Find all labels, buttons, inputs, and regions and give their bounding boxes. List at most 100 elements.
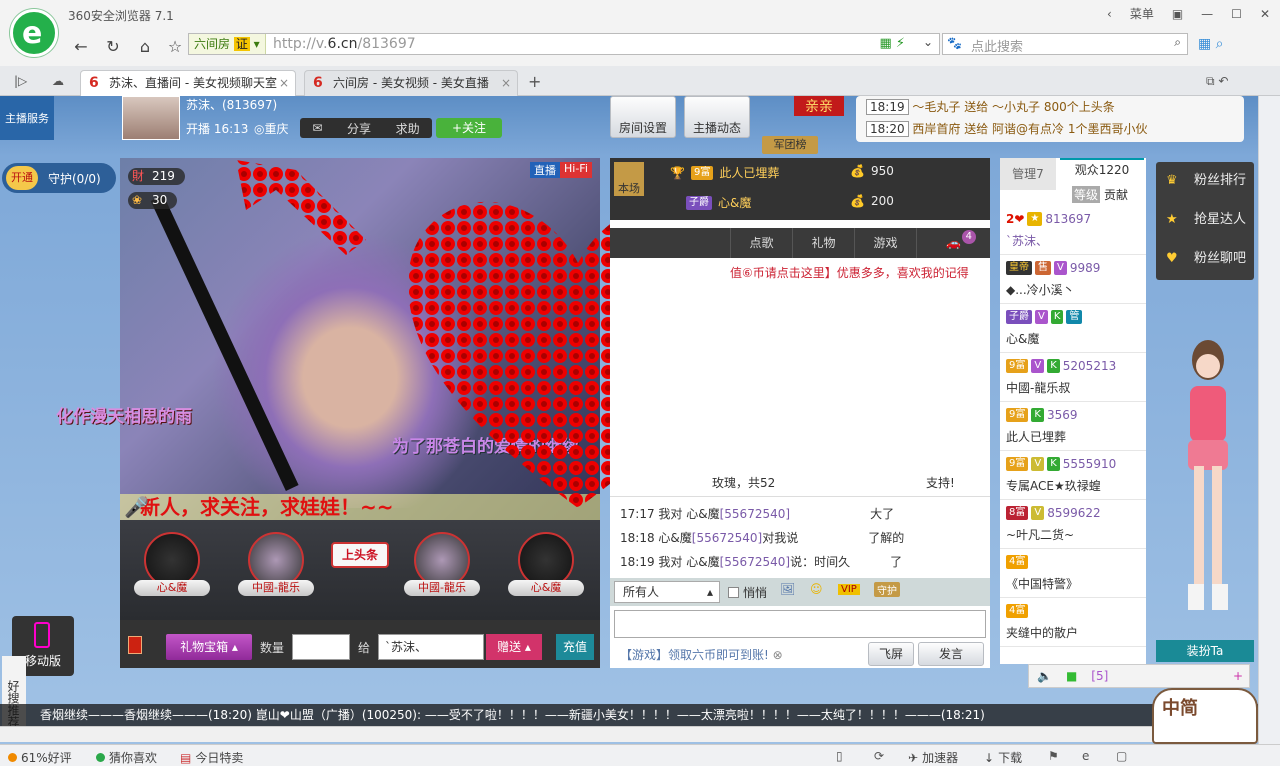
fans-chat-button[interactable]: ♥ 粉丝聊吧 bbox=[1156, 240, 1254, 278]
favorite-star-icon[interactable]: ☆ bbox=[164, 36, 186, 58]
headline-sign[interactable]: 上头条 bbox=[318, 542, 402, 568]
star-hunter-button[interactable]: ★ 抢星达人 bbox=[1156, 201, 1254, 239]
address-bar[interactable]: 六间房 证 ▾ http://v.6.cn/813697 ▦ ⚡ ⌄ bbox=[188, 33, 940, 55]
audience-row[interactable]: 子爵 V K 管心&魔 bbox=[1000, 304, 1146, 353]
search-engine-icon[interactable]: 🐾 bbox=[947, 36, 962, 50]
recharge-button[interactable]: 充值 bbox=[556, 634, 594, 660]
avatar-figure[interactable] bbox=[1164, 336, 1252, 638]
tab-viewers[interactable]: 观众1220 bbox=[1060, 158, 1144, 178]
dress-up-button[interactable]: 装扮Ta bbox=[1156, 640, 1254, 662]
horizontal-scrollbar[interactable] bbox=[0, 726, 1258, 742]
audience-row[interactable]: 8富 V 8599622 ~叶凡二货~ bbox=[1000, 500, 1146, 549]
maximize-button[interactable]: ☐ bbox=[1231, 7, 1242, 21]
restore-tab-icon[interactable]: ⧉ ↶ bbox=[1206, 74, 1228, 89]
chat-input[interactable] bbox=[614, 610, 986, 638]
search-box[interactable]: 🐾 点此搜索 ⌕ bbox=[942, 33, 1188, 55]
gift-item[interactable]: 中國-龍乐 bbox=[234, 532, 318, 596]
flag-icon[interactable]: ⚑ bbox=[1048, 749, 1059, 763]
accelerator-item[interactable]: ✈ 加速器 bbox=[908, 749, 958, 766]
host-dynamic-button[interactable]: 主播动态 bbox=[684, 96, 750, 138]
dropdown-chevron-icon[interactable]: ⌄ bbox=[923, 35, 933, 49]
search-placeholder[interactable]: 点此搜索 bbox=[971, 36, 1023, 55]
audience-row[interactable]: 4富 《中国特警》 bbox=[1000, 549, 1146, 598]
download-item[interactable]: ↓ 下载 bbox=[984, 749, 1022, 766]
reload-button[interactable]: ↻ bbox=[102, 36, 124, 58]
search-icon[interactable]: ⌕ bbox=[1174, 35, 1181, 50]
cloud-icon[interactable]: ☁ bbox=[52, 74, 64, 88]
tab-game[interactable]: 游戏 bbox=[854, 228, 916, 258]
fans-rank-button[interactable]: ♛ 粉丝排行 bbox=[1156, 162, 1254, 200]
mascot-ime-badge[interactable]: 中简 bbox=[1152, 688, 1258, 744]
qr-icon[interactable]: ▦ ⚡ bbox=[879, 36, 905, 51]
red-envelope-icon[interactable] bbox=[128, 636, 142, 654]
fly-screen-button[interactable]: 飞屏 bbox=[868, 642, 914, 666]
room-settings-button[interactable]: 房间设置 bbox=[610, 96, 676, 138]
chat-target-select[interactable]: 所有人 ▴ bbox=[614, 581, 720, 603]
phone-icon[interactable]: ▯ bbox=[836, 749, 843, 763]
volume-icon[interactable]: 🔈 bbox=[1037, 669, 1052, 683]
back-button[interactable]: ← bbox=[70, 36, 92, 58]
tab-active[interactable]: 6 苏沫、直播间 - 美女视频聊天室 × bbox=[80, 70, 296, 96]
tab-managers[interactable]: 管理7 bbox=[1000, 158, 1056, 190]
image-icon[interactable]: 🖼 bbox=[780, 582, 795, 596]
back-arrow-icon[interactable]: ‹ bbox=[1107, 7, 1112, 21]
home-button[interactable]: ⌂ bbox=[134, 36, 156, 58]
rating-item[interactable]: 61%好评 bbox=[8, 749, 72, 766]
host-service[interactable]: 主播服务 bbox=[0, 96, 54, 140]
guard-bar[interactable]: 开通 守护(0/0) bbox=[2, 163, 116, 193]
vertical-scrollbar[interactable] bbox=[1258, 96, 1280, 744]
gift-item[interactable]: 中國-龍乐 bbox=[400, 532, 484, 596]
window-icon[interactable]: ▢ bbox=[1116, 749, 1127, 763]
top-spender-row[interactable]: 🏆 9富 此人已埋葬 bbox=[670, 164, 779, 181]
audience-row[interactable]: 9富 V K 5555910 专属ACE★玖禄蝗 bbox=[1000, 451, 1146, 500]
recipient-select[interactable]: `苏沫、 bbox=[378, 634, 484, 660]
guess-like-item[interactable]: 猜你喜欢 bbox=[96, 749, 157, 766]
sort-level[interactable]: 等级 bbox=[1072, 186, 1101, 203]
sidebar-toggle-icon[interactable]: |▷ bbox=[14, 74, 27, 88]
stream-quality[interactable]: 直播 Hi-Fi bbox=[530, 162, 592, 178]
anchor-avatar[interactable] bbox=[122, 96, 180, 140]
tab-car[interactable]: 🚗 4 bbox=[916, 228, 990, 258]
follow-button[interactable]: +关注 bbox=[436, 118, 502, 138]
help-button[interactable]: 求助 bbox=[396, 120, 420, 137]
send-gift-button[interactable]: 赠送 ▴ bbox=[486, 634, 542, 660]
game-tip[interactable]: 【游戏】领取六币即可到账! ⊗ bbox=[620, 646, 783, 663]
new-tab-button[interactable]: + bbox=[528, 72, 541, 91]
tab-song[interactable]: 点歌 bbox=[730, 228, 792, 258]
audience-row[interactable]: 9富 K 3569 此人已埋葬 bbox=[1000, 402, 1146, 451]
vip-badge[interactable]: VIP bbox=[838, 584, 860, 595]
browser-icon[interactable]: ⟳ bbox=[874, 749, 884, 763]
url-text[interactable]: http://v.6.cn/813697 bbox=[273, 36, 416, 52]
send-message-button[interactable]: 发言 bbox=[918, 642, 984, 666]
quantity-input[interactable] bbox=[292, 634, 350, 660]
army-list-button[interactable]: 军团榜 bbox=[762, 136, 818, 154]
menu-button[interactable]: 菜单 bbox=[1130, 5, 1154, 22]
ie-icon[interactable]: e bbox=[1082, 749, 1089, 763]
sort-contrib[interactable]: 贡献 bbox=[1104, 186, 1128, 203]
close-button[interactable]: ✕ bbox=[1260, 7, 1270, 21]
whisper-checkbox[interactable]: 悄悄 bbox=[728, 584, 767, 601]
tab-gift[interactable]: 礼物 bbox=[792, 228, 854, 258]
user-link[interactable]: [55672540] bbox=[692, 531, 762, 545]
open-guard-button[interactable]: 开通 bbox=[6, 166, 38, 190]
audience-row[interactable]: 2❤ ★ 813697 `苏沫、 bbox=[1000, 206, 1146, 255]
audience-row[interactable]: 9富 V K 5205213 中國-龍乐叔 bbox=[1000, 353, 1146, 402]
today-sale-item[interactable]: ▤ 今日特卖 bbox=[180, 749, 243, 766]
apps-icon[interactable]: ▦ ⌕ bbox=[1198, 36, 1224, 52]
gift-item[interactable]: 心&魔 bbox=[130, 532, 214, 596]
user-link[interactable]: [55672540] bbox=[720, 507, 790, 521]
guard-badge[interactable]: 守护 bbox=[874, 582, 900, 597]
emoji-icon[interactable]: ☺ bbox=[810, 582, 823, 596]
skin-icon[interactable]: ▣ bbox=[1172, 7, 1183, 21]
add-icon[interactable]: + bbox=[1233, 669, 1243, 683]
minimize-button[interactable]: — bbox=[1201, 7, 1213, 21]
promo-message[interactable]: 值⑥币请点击这里】优惠多多，喜欢我的记得 bbox=[730, 264, 986, 281]
gift-box-button[interactable]: 礼物宝箱 ▴ bbox=[166, 634, 252, 660]
gift-item[interactable]: 心&魔 bbox=[504, 532, 588, 596]
share-button[interactable]: 分享 bbox=[347, 120, 371, 137]
top-spender-row[interactable]: 子爵 心&魔 bbox=[686, 194, 751, 211]
audience-row[interactable]: 皇帝售 V 9989 ◆...冷小溪丶 bbox=[1000, 255, 1146, 304]
user-link[interactable]: [55672540] bbox=[720, 555, 790, 569]
mail-icon[interactable]: ✉ bbox=[312, 121, 322, 135]
site-badge[interactable]: 六间房 证 ▾ bbox=[189, 34, 266, 54]
